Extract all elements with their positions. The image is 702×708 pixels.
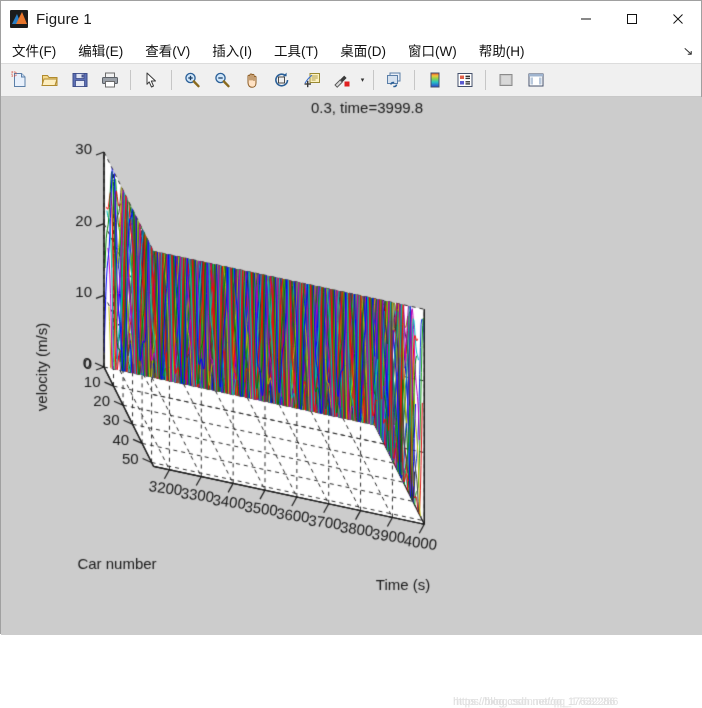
menu-tools[interactable]: 工具(T) — [274, 37, 329, 63]
figure-plot-area[interactable]: https://blog.csdn.net/qq_17632286 https:… — [1, 97, 702, 708]
menu-window[interactable]: 窗口(W) — [408, 37, 468, 63]
window-title: Figure 1 — [36, 10, 92, 28]
brush-options-caret-icon[interactable]: ▾ — [357, 67, 368, 93]
maximize-button[interactable] — [609, 1, 655, 37]
new-figure-icon[interactable] — [6, 66, 34, 94]
show-plot-tools-icon[interactable] — [522, 66, 550, 94]
edit-plot-arrow-icon[interactable] — [137, 66, 165, 94]
print-figure-icon[interactable] — [96, 66, 124, 94]
close-button[interactable] — [655, 1, 701, 37]
toolbar-separator — [485, 70, 486, 90]
window-controls — [563, 1, 701, 37]
open-file-icon[interactable] — [36, 66, 64, 94]
legend-icon[interactable] — [451, 66, 479, 94]
link-plot-icon[interactable] — [380, 66, 408, 94]
brush-data-icon[interactable] — [328, 66, 356, 94]
dock-figure-icon[interactable]: ↘ — [682, 44, 693, 58]
waterfall-3d-plot[interactable] — [1, 97, 702, 635]
toolbar-separator — [414, 70, 415, 90]
csdn-watermark: https://blog.csdn.net/qq_17632286 https:… — [453, 696, 619, 708]
minimize-button[interactable] — [563, 1, 609, 37]
menu-desktop[interactable]: 桌面(D) — [340, 37, 397, 63]
zoom-in-icon[interactable] — [178, 66, 206, 94]
pan-hand-icon[interactable] — [238, 66, 266, 94]
menu-bar: 文件(F) 编辑(E) 查看(V) 插入(I) 工具(T) 桌面(D) 窗口(W… — [1, 37, 701, 63]
hide-plot-tools-icon[interactable] — [492, 66, 520, 94]
toolbar-separator — [130, 70, 131, 90]
toolbar-separator — [171, 70, 172, 90]
figure-toolbar: ▾ — [1, 63, 701, 97]
save-figure-icon[interactable] — [66, 66, 94, 94]
window-title-bar: Figure 1 — [1, 1, 701, 37]
watermark-text-ghost: https://blog.csdn.net/qq_17632286 — [456, 696, 619, 708]
menu-file[interactable]: 文件(F) — [12, 37, 67, 63]
data-cursor-icon[interactable] — [298, 66, 326, 94]
colorbar-icon[interactable] — [421, 66, 449, 94]
matlab-figure-window: Figure 1 文件(F) 编辑(E) 查看(V) 插入(I) 工具(T) 桌… — [0, 0, 702, 708]
matlab-membrane-icon — [10, 10, 28, 28]
menu-help[interactable]: 帮助(H) — [479, 37, 536, 63]
menu-view[interactable]: 查看(V) — [145, 37, 201, 63]
zoom-out-icon[interactable] — [208, 66, 236, 94]
menu-insert[interactable]: 插入(I) — [212, 37, 263, 63]
toolbar-separator — [373, 70, 374, 90]
rotate-3d-icon[interactable] — [268, 66, 296, 94]
menu-edit[interactable]: 编辑(E) — [78, 37, 134, 63]
watermark-text: https://blog.csdn.net/qq_17632286 — [453, 696, 616, 708]
